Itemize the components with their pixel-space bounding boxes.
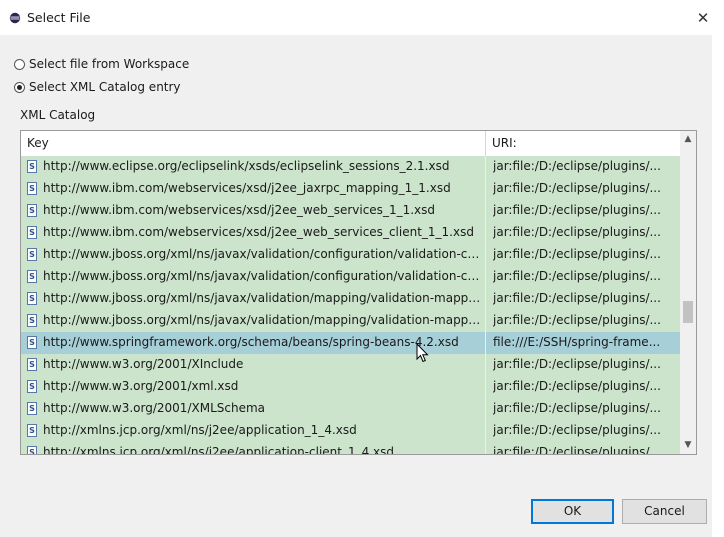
row-uri: jar:file:/D:/eclipse/plugins/... (493, 379, 661, 393)
row-uri: jar:file:/D:/eclipse/plugins/... (493, 357, 661, 371)
table-row[interactable]: Shttp://www.eclipse.org/eclipselink/xsds… (21, 156, 680, 178)
row-uri: jar:file:/D:/eclipse/plugins/... (493, 181, 661, 195)
row-uri: file:///E:/SSH/spring-frame... (493, 335, 661, 349)
xsd-file-icon: S (27, 424, 37, 437)
column-divider (485, 398, 486, 420)
row-key: http://www.jboss.org/xml/ns/javax/valida… (43, 269, 483, 283)
table-row-selected[interactable]: Shttp://www.springframework.org/schema/b… (21, 332, 680, 354)
table-row[interactable]: Shttp://www.w3.org/2001/xml.xsd jar:file:… (21, 376, 680, 398)
column-divider (485, 420, 486, 442)
xml-catalog-label: XML Catalog (20, 108, 96, 122)
xsd-file-icon: S (27, 380, 37, 393)
table-row[interactable]: Shttp://www.w3.org/2001/XMLSchema jar:fil… (21, 398, 680, 420)
scroll-thumb[interactable] (683, 301, 693, 323)
table-header: Key URI: (21, 131, 680, 157)
option-workspace[interactable]: Select file from Workspace (14, 57, 189, 71)
column-divider (485, 310, 486, 332)
xsd-file-icon: S (27, 292, 37, 305)
xsd-file-icon: S (27, 204, 37, 217)
row-key: http://www.eclipse.org/eclipselink/xsds/… (43, 159, 450, 173)
row-uri: jar:file:/D:/eclipse/plugins/... (493, 247, 661, 261)
row-uri: jar:file:/D:/eclipse/plugins/... (493, 423, 661, 437)
xsd-file-icon: S (27, 446, 37, 454)
column-divider (485, 376, 486, 398)
xsd-file-icon: S (27, 226, 37, 239)
table-row[interactable]: Shttp://xmlns.jcp.org/xml/ns/j2ee/applic… (21, 420, 680, 442)
table-row[interactable]: Shttp://www.ibm.com/webservices/xsd/j2ee… (21, 178, 680, 200)
column-divider (485, 442, 486, 454)
xsd-file-icon: S (27, 314, 37, 327)
option-label: Select XML Catalog entry (29, 80, 181, 94)
eclipse-icon (9, 12, 21, 24)
cancel-button[interactable]: Cancel (622, 499, 707, 524)
column-divider[interactable] (485, 131, 486, 156)
column-divider (485, 332, 486, 354)
row-key: http://www.w3.org/2001/XMLSchema (43, 401, 265, 415)
column-divider (485, 200, 486, 222)
column-divider (485, 244, 486, 266)
scroll-down-icon[interactable]: ▼ (680, 437, 696, 454)
radio-button-checked[interactable] (14, 81, 25, 93)
row-key: http://www.jboss.org/xml/ns/javax/valida… (43, 313, 483, 327)
row-key: http://xmlns.jcp.org/xml/ns/j2ee/applica… (43, 423, 357, 437)
column-header-key[interactable]: Key (27, 136, 49, 150)
window-title: Select File (27, 10, 91, 25)
row-key: http://www.ibm.com/webservices/xsd/j2ee_… (43, 181, 451, 195)
xsd-file-icon: S (27, 270, 37, 283)
row-key: http://xmlns.jcp.org/xml/ns/j2ee/applica… (43, 445, 395, 455)
table-row[interactable]: Shttp://www.jboss.org/xml/ns/javax/valid… (21, 244, 680, 266)
row-key: http://www.ibm.com/webservices/xsd/j2ee_… (43, 225, 474, 239)
column-divider (485, 288, 486, 310)
row-key: http://www.jboss.org/xml/ns/javax/valida… (43, 291, 483, 305)
row-uri: jar:file:/D:/eclipse/plugins/... (493, 291, 661, 305)
table-row[interactable]: Shttp://www.jboss.org/xml/ns/javax/valid… (21, 266, 680, 288)
scroll-up-icon[interactable]: ▲ (680, 131, 696, 148)
window-edge (712, 0, 724, 537)
table-row[interactable]: Shttp://www.jboss.org/xml/ns/javax/valid… (21, 288, 680, 310)
row-uri: jar:file:/D:/eclipse/plugins/... (493, 401, 661, 415)
table-row[interactable]: Shttp://www.ibm.com/webservices/xsd/j2ee… (21, 200, 680, 222)
row-uri: jar:file:/D:/eclipse/plugins/... (493, 313, 661, 327)
column-divider (485, 178, 486, 200)
column-divider (485, 222, 486, 244)
xsd-file-icon: S (27, 402, 37, 415)
xsd-file-icon: S (27, 358, 37, 371)
table-row[interactable]: Shttp://xmlns.jcp.org/xml/ns/j2ee/applic… (21, 442, 680, 455)
row-key: http://www.ibm.com/webservices/xsd/j2ee_… (43, 203, 435, 217)
table-row[interactable]: Shttp://www.ibm.com/webservices/xsd/j2ee… (21, 222, 680, 244)
option-xml-catalog[interactable]: Select XML Catalog entry (14, 80, 181, 94)
table-body: Shttp://www.eclipse.org/eclipselink/xsds… (21, 156, 680, 455)
xsd-file-icon: S (27, 248, 37, 261)
close-icon: ✕ (696, 9, 710, 27)
xsd-file-icon: S (27, 160, 37, 173)
vertical-scrollbar[interactable]: ▲ ▼ (680, 131, 696, 454)
mouse-pointer-icon (416, 343, 429, 363)
title-bar: Select File ✕ (0, 0, 724, 35)
ok-button[interactable]: OK (531, 499, 614, 524)
row-uri: jar:file:/D:/eclipse/plugins/... (493, 269, 661, 283)
column-header-uri[interactable]: URI: (492, 136, 517, 150)
column-divider (485, 266, 486, 288)
radio-button[interactable] (14, 58, 25, 70)
table-row[interactable]: Shttp://www.w3.org/2001/XInclude jar:file… (21, 354, 680, 376)
row-uri: jar:file:/D:/eclipse/plugins/... (493, 445, 661, 455)
option-label: Select file from Workspace (29, 57, 190, 71)
column-divider (485, 354, 486, 376)
column-divider (485, 156, 486, 178)
row-key: http://www.jboss.org/xml/ns/javax/valida… (43, 247, 483, 261)
row-uri: jar:file:/D:/eclipse/plugins/... (493, 159, 661, 173)
row-key: http://www.w3.org/2001/xml.xsd (43, 379, 239, 393)
table-row[interactable]: Shttp://www.jboss.org/xml/ns/javax/valid… (21, 310, 680, 332)
dialog-body: Select file from Workspace Select XML Ca… (0, 35, 724, 537)
xml-catalog-table[interactable]: Key URI: Shttp://www.eclipse.org/eclipse… (20, 130, 697, 455)
xsd-file-icon: S (27, 336, 37, 349)
row-uri: jar:file:/D:/eclipse/plugins/... (493, 203, 661, 217)
xsd-file-icon: S (27, 182, 37, 195)
row-uri: jar:file:/D:/eclipse/plugins/... (493, 225, 661, 239)
